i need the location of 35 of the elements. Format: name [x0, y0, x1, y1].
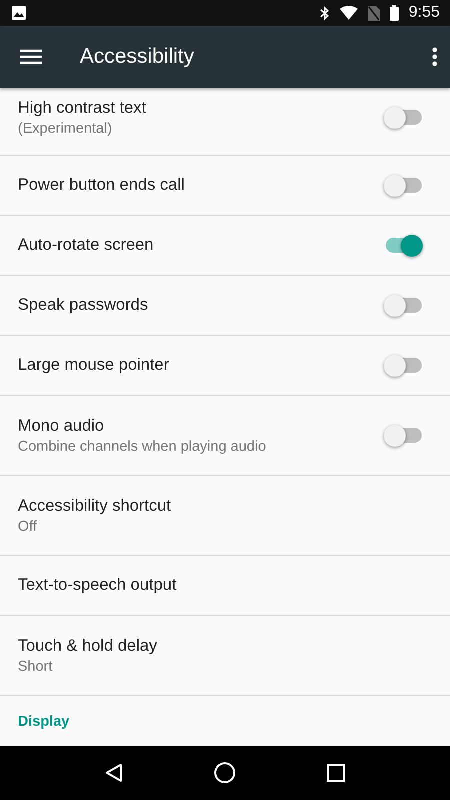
battery-icon [390, 5, 399, 21]
setting-row[interactable]: Text-to-speech output [0, 556, 450, 616]
setting-row[interactable]: Large mouse pointer [0, 336, 450, 396]
back-button[interactable] [105, 763, 124, 783]
setting-subtitle: Off [18, 518, 38, 534]
gallery-icon [12, 6, 26, 20]
setting-row[interactable]: Speak passwords [0, 276, 450, 336]
no-sim-icon [368, 6, 380, 20]
setting-row[interactable]: Mono audio Combine channels when playing audio [0, 396, 450, 476]
setting-title: Mono audio [18, 416, 106, 436]
setting-row[interactable]: Auto-rotate screen [0, 216, 450, 276]
bluetooth-icon [320, 6, 330, 20]
setting-title: Accessibility shortcut [18, 496, 172, 516]
recents-button[interactable] [326, 764, 345, 782]
setting-title: Text-to-speech output [18, 576, 178, 595]
setting-row[interactable]: High contrast text (Experimental) [0, 88, 450, 156]
setting-title: High contrast text [18, 98, 148, 118]
setting-title: Large mouse pointer [18, 356, 170, 375]
section-header: Display [17, 713, 71, 730]
status-time: 9:55 [408, 4, 440, 22]
setting-subtitle: Combine channels when playing audio [18, 438, 268, 454]
app-bar-title: Accessibility [80, 45, 196, 69]
setting-subtitle: Short [18, 658, 54, 674]
setting-title: Touch & hold delay [18, 636, 158, 656]
home-button[interactable] [214, 762, 236, 784]
menu-button[interactable] [20, 49, 42, 65]
setting-subtitle: (Experimental) [18, 120, 114, 136]
setting-row[interactable]: Touch & hold delay Short [0, 616, 450, 696]
setting-title: Auto-rotate screen [18, 236, 155, 255]
wifi-icon [340, 6, 358, 20]
setting-title: Speak passwords [18, 296, 150, 315]
overflow-menu-button[interactable] [432, 47, 438, 67]
setting-title: Power button ends call [18, 176, 186, 195]
setting-row[interactable]: Accessibility shortcut Off [0, 476, 450, 556]
setting-row[interactable]: Power button ends call [0, 156, 450, 216]
